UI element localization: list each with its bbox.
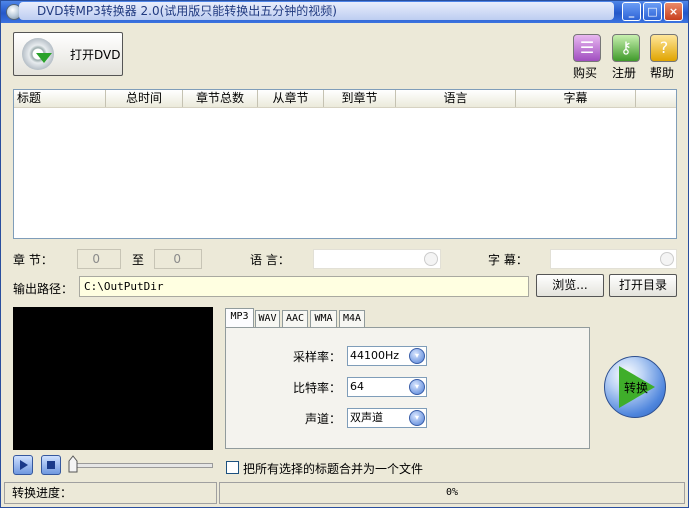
open-directory-button[interactable]: 打开目录 — [609, 274, 677, 297]
chapter-label: 章 节： — [13, 253, 53, 267]
tab-wav[interactable]: WAV — [255, 310, 280, 327]
bit-rate-select[interactable]: 64 ▾ — [347, 377, 427, 397]
buy-label[interactable]: 购买 — [573, 64, 597, 81]
col-to-chapter[interactable]: 到章节 — [324, 90, 396, 107]
chevron-down-icon — [424, 252, 438, 266]
col-subtitle[interactable]: 字幕 — [516, 90, 636, 107]
chapter-to-label: 至 — [132, 253, 145, 267]
title-list[interactable]: 标题 总时间 章节总数 从章节 到章节 语言 字幕 — [13, 89, 677, 239]
subtitle-label: 字 幕： — [488, 253, 528, 267]
open-dvd-button[interactable]: 打开DVD — [13, 32, 123, 76]
progress-bar: 0% — [219, 482, 685, 504]
col-title[interactable]: 标题 — [14, 90, 106, 107]
open-dvd-label: 打开DVD — [70, 48, 121, 62]
chevron-down-icon — [660, 252, 674, 266]
browse-button[interactable]: 浏览... — [536, 274, 604, 297]
seek-slider-thumb[interactable] — [68, 455, 78, 473]
convert-label: 转换 — [623, 381, 648, 395]
channel-select[interactable]: 双声道 ▾ — [347, 408, 427, 428]
output-path-input[interactable]: C:\OutPutDir — [79, 276, 529, 297]
merge-checkbox[interactable] — [226, 461, 239, 474]
col-chapter-count[interactable]: 章节总数 — [183, 90, 258, 107]
app-window: DVD转MP3转换器 2.0(试用版只能转换出五分钟的视频) _ □ × 打开D… — [0, 0, 689, 508]
tab-wma[interactable]: WMA — [310, 310, 337, 327]
col-language[interactable]: 语言 — [396, 90, 516, 107]
tab-aac[interactable]: AAC — [282, 310, 308, 327]
tab-m4a[interactable]: M4A — [339, 310, 365, 327]
down-arrow-icon — [36, 53, 52, 63]
bit-rate-value: 64 — [350, 380, 364, 393]
window-title: DVD转MP3转换器 2.0(试用版只能转换出五分钟的视频) — [19, 2, 614, 20]
bit-rate-label: 比特率： — [292, 381, 341, 395]
output-path-label: 输出路径： — [13, 282, 74, 296]
sample-rate-label: 采样率： — [292, 350, 341, 364]
convert-button[interactable]: 转换 — [604, 356, 666, 418]
minimize-button[interactable]: _ — [622, 2, 641, 21]
close-button[interactable]: × — [664, 2, 683, 21]
chevron-down-icon: ▾ — [409, 379, 425, 395]
progress-label: 转换进度： — [4, 482, 217, 504]
maximize-button[interactable]: □ — [643, 2, 662, 21]
chevron-down-icon: ▾ — [409, 410, 425, 426]
register-label[interactable]: 注册 — [612, 64, 636, 81]
cart-icon[interactable]: ☰ — [573, 34, 601, 62]
col-from-chapter[interactable]: 从章节 — [258, 90, 324, 107]
key-icon[interactable]: ⚷ — [612, 34, 640, 62]
list-header: 标题 总时间 章节总数 从章节 到章节 语言 字幕 — [14, 90, 676, 108]
col-total-time[interactable]: 总时间 — [106, 90, 183, 107]
channel-value: 双声道 — [350, 411, 383, 424]
play-button[interactable] — [13, 455, 33, 475]
play-icon — [20, 460, 28, 470]
title-bar[interactable]: DVD转MP3转换器 2.0(试用版只能转换出五分钟的视频) _ □ × — [1, 1, 688, 23]
video-preview — [13, 307, 213, 450]
chapter-to-spinner[interactable]: 0 — [154, 249, 202, 269]
help-label[interactable]: 帮助 — [650, 64, 674, 81]
language-label: 语 言： — [250, 253, 290, 267]
channel-label: 声道： — [304, 412, 341, 426]
chapter-from-spinner[interactable]: 0 — [77, 249, 121, 269]
sample-rate-select[interactable]: 44100Hz ▾ — [347, 346, 427, 366]
tab-mp3[interactable]: MP3 — [225, 308, 254, 328]
merge-label[interactable]: 把所有选择的标题合并为一个文件 — [243, 460, 423, 477]
subtitle-select[interactable] — [550, 249, 677, 269]
stop-button[interactable] — [41, 455, 61, 475]
progress-text: 0% — [445, 487, 459, 498]
sample-rate-value: 44100Hz — [350, 349, 400, 362]
help-icon[interactable]: ? — [650, 34, 678, 62]
stop-icon — [47, 461, 55, 469]
language-select[interactable] — [313, 249, 441, 269]
seek-slider-track[interactable] — [71, 463, 213, 468]
chevron-down-icon: ▾ — [409, 348, 425, 364]
